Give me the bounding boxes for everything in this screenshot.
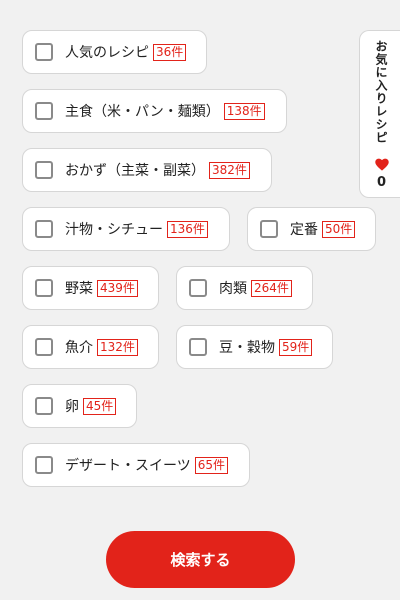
category-label: デザート・スイーツ xyxy=(65,458,191,474)
favorites-tab[interactable]: お気に入りレシピ 0 xyxy=(359,30,400,198)
checkbox[interactable] xyxy=(35,220,53,238)
category-label: 豆・穀物 xyxy=(219,340,275,356)
count-badge: 50件 xyxy=(322,220,356,238)
category-chip-vegetables[interactable]: 野菜 439件 xyxy=(22,266,159,310)
favorites-label: お気に入りレシピ xyxy=(374,40,388,144)
category-chip-egg[interactable]: 卵 45件 xyxy=(22,384,137,428)
category-chip-meat[interactable]: 肉類 264件 xyxy=(176,266,313,310)
category-chip-side-dish[interactable]: おかず（主菜・副菜） 382件 xyxy=(22,148,272,192)
category-chip-classic[interactable]: 定番 50件 xyxy=(247,207,376,251)
category-label: 卵 xyxy=(65,399,79,415)
category-label: 肉類 xyxy=(219,281,247,297)
checkbox[interactable] xyxy=(35,43,53,61)
checkbox[interactable] xyxy=(35,338,53,356)
category-label: 魚介 xyxy=(65,340,93,356)
checkbox[interactable] xyxy=(260,220,278,238)
count-badge: 65件 xyxy=(194,456,229,474)
count-badge: 138件 xyxy=(223,102,265,120)
checkbox[interactable] xyxy=(35,397,53,415)
count-badge: 136件 xyxy=(167,220,208,238)
count-badge: 45件 xyxy=(83,397,117,415)
category-label: 主食（米・パン・麺類） xyxy=(65,104,220,120)
category-label: 野菜 xyxy=(65,281,93,297)
checkbox[interactable] xyxy=(35,161,53,179)
category-label: 定番 xyxy=(290,222,318,238)
category-label: 人気のレシピ xyxy=(65,45,149,61)
category-chip-soup[interactable]: 汁物・シチュー 136件 xyxy=(22,207,230,251)
count-badge: 36件 xyxy=(153,43,187,61)
category-chip-popular[interactable]: 人気のレシピ 36件 xyxy=(22,30,207,74)
count-badge: 264件 xyxy=(251,279,292,297)
category-chip-staple[interactable]: 主食（米・パン・麺類） 138件 xyxy=(22,89,287,133)
checkbox[interactable] xyxy=(189,338,207,356)
category-label: おかず（主菜・副菜） xyxy=(65,163,205,179)
count-badge: 59件 xyxy=(279,338,313,356)
checkbox[interactable] xyxy=(35,456,53,474)
favorites-count: 0 xyxy=(376,175,387,190)
count-badge: 132件 xyxy=(97,338,138,356)
category-label: 汁物・シチュー xyxy=(65,222,163,238)
category-chip-seafood[interactable]: 魚介 132件 xyxy=(22,325,159,369)
search-button[interactable]: 検索する xyxy=(106,531,295,588)
checkbox[interactable] xyxy=(35,279,53,297)
checkbox[interactable] xyxy=(35,102,53,120)
heart-icon xyxy=(374,158,389,171)
category-chip-dessert[interactable]: デザート・スイーツ 65件 xyxy=(22,443,250,487)
category-chip-beans-grains[interactable]: 豆・穀物 59件 xyxy=(176,325,333,369)
count-badge: 439件 xyxy=(97,279,138,297)
count-badge: 382件 xyxy=(209,161,250,179)
checkbox[interactable] xyxy=(189,279,207,297)
